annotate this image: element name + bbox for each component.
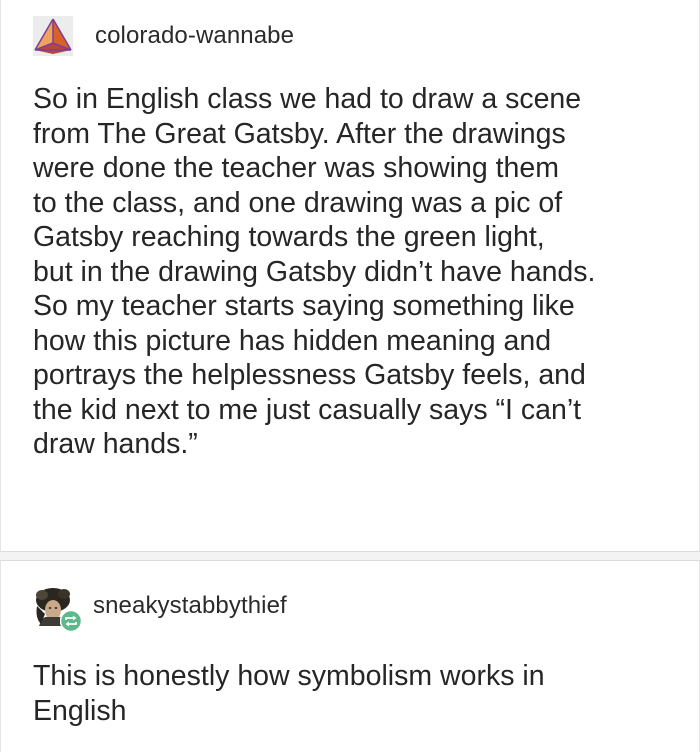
post-header: colorado-wannabe (33, 16, 294, 56)
body-line: but in the drawing Gatsby didn’t have ha… (33, 255, 596, 288)
body-line: So in English class we had to draw a sce… (33, 83, 582, 115)
body-line: draw hands.” (33, 428, 198, 460)
original-post: colorado-wannabe So in English class we … (0, 0, 700, 552)
pyramid-avatar-icon[interactable] (33, 16, 73, 56)
username[interactable]: sneakystabbythief (93, 592, 287, 620)
body-line: how this picture has hidden meaning and (33, 324, 552, 357)
reblog-icon (59, 609, 83, 633)
body-line: So my teacher starts saying something li… (33, 290, 575, 322)
body-line: English (33, 694, 127, 727)
post-body: So in English class we had to draw a sce… (33, 82, 673, 462)
body-line: the kid next to me just casually says “I… (33, 393, 582, 426)
body-line: Gatsby reaching towards the green light, (33, 221, 545, 253)
username[interactable]: colorado-wannabe (95, 22, 294, 50)
body-line: This is honestly how symbolism works in (33, 660, 545, 692)
body-line: portrays the helplessness Gatsby feels, … (33, 359, 586, 391)
body-line: from The Great Gatsby. After the drawing… (33, 117, 566, 150)
reblog-post: sneakystabbythief This is honestly how s… (0, 560, 700, 752)
body-line: to the class, and one drawing was a pic … (33, 186, 563, 219)
post-body: This is honestly how symbolism works in … (33, 659, 673, 728)
post-header: sneakystabbythief (33, 586, 287, 633)
body-line: were done the teacher was showing them (33, 152, 559, 184)
portrait-avatar-icon[interactable] (33, 586, 83, 633)
